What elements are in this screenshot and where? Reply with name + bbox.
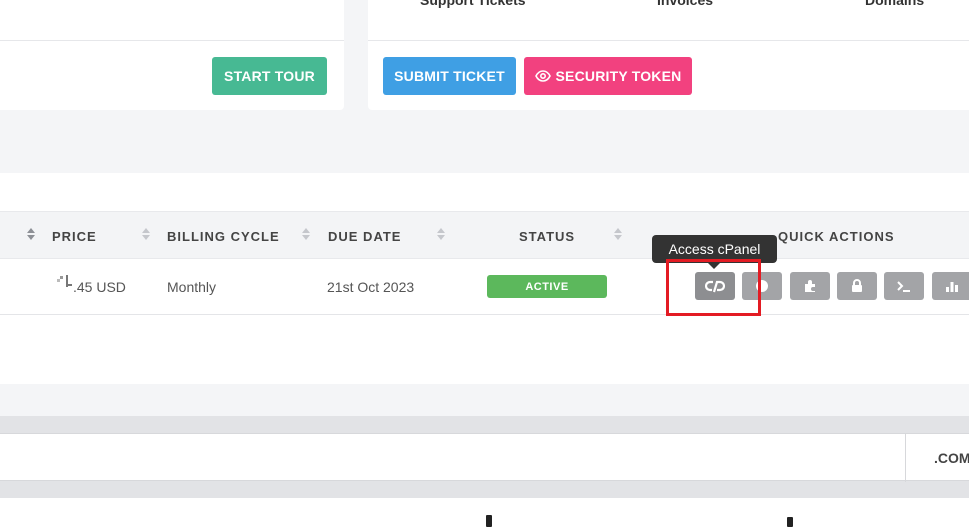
table-header: PRICE BILLING CYCLE DUE DATE STATUS QUIC…	[0, 211, 969, 259]
sort-icon[interactable]	[437, 228, 445, 240]
column-header-billing-cycle[interactable]: BILLING CYCLE	[167, 229, 280, 244]
currency-glyph-icon	[57, 275, 72, 287]
security-token-label: SECURITY TOKEN	[555, 68, 682, 84]
start-tour-button[interactable]: START TOUR	[212, 57, 327, 95]
tld-select[interactable]: .COM	[934, 450, 969, 466]
column-header-due-date[interactable]: DUE DATE	[328, 229, 401, 244]
card-divider	[0, 40, 344, 41]
lock-icon	[852, 279, 862, 292]
lock-button[interactable]	[837, 272, 877, 300]
security-token-button[interactable]: SECURITY TOKEN	[524, 57, 692, 95]
highlight-box	[666, 259, 761, 316]
column-header-status[interactable]: STATUS	[519, 229, 575, 244]
submit-ticket-button[interactable]: SUBMIT TICKET	[383, 57, 516, 95]
plugin-button[interactable]	[790, 272, 830, 300]
eye-icon	[534, 70, 551, 82]
billing-cycle-cell: Monthly	[167, 279, 217, 295]
cut-off-text	[486, 515, 492, 527]
stats-icon	[946, 282, 958, 292]
due-date-cell: 21st Oct 2023	[327, 279, 415, 295]
table-row: .45 USD Monthly 21st Oct 2023 ACTIVE	[0, 259, 969, 315]
welcome-card: START TOUR	[0, 0, 344, 110]
status-badge: ACTIVE	[487, 275, 607, 298]
domain-search-input[interactable]: .COM	[0, 433, 969, 482]
sort-icon[interactable]	[302, 228, 310, 240]
bottom-section	[0, 498, 969, 527]
terminal-icon	[897, 281, 910, 292]
sort-icon[interactable]	[614, 228, 622, 240]
card-divider	[368, 40, 969, 41]
input-divider	[905, 434, 906, 482]
tab-domains[interactable]: Domains	[865, 0, 924, 8]
column-header-quick-actions: QUICK ACTIONS	[778, 229, 895, 244]
sort-icon[interactable]	[27, 228, 35, 240]
sort-icon[interactable]	[142, 228, 150, 240]
plugin-icon	[805, 280, 815, 292]
services-table: PRICE BILLING CYCLE DUE DATE STATUS QUIC…	[0, 173, 969, 384]
column-header-price[interactable]: PRICE	[52, 229, 97, 244]
stats-button[interactable]	[932, 272, 969, 300]
price-cell: .45 USD	[73, 279, 126, 295]
shortcuts-card: Support Tickets Invoices Domains SUBMIT …	[368, 0, 969, 110]
tab-invoices[interactable]: Invoices	[657, 0, 713, 8]
cut-off-text	[787, 517, 793, 527]
terminal-button[interactable]	[884, 272, 924, 300]
tab-support-tickets[interactable]: Support Tickets	[420, 0, 526, 8]
